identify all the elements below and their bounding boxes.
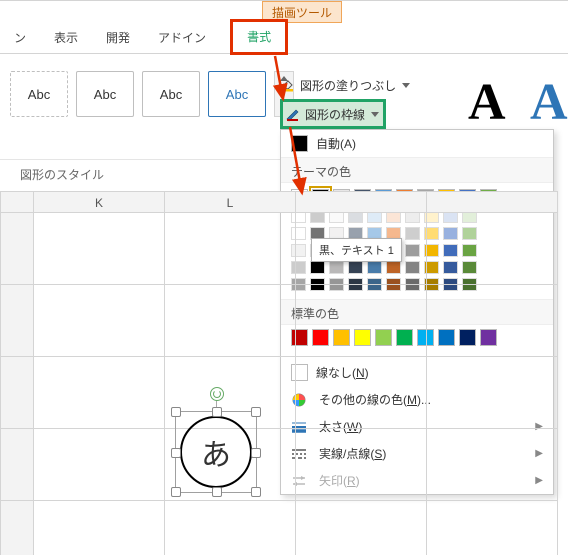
worksheet-grid: K L	[0, 191, 568, 555]
resize-handle[interactable]	[171, 487, 181, 497]
color-tooltip: 黒、テキスト 1	[311, 238, 402, 262]
rotate-handle[interactable]	[210, 387, 224, 401]
shape-outline-button[interactable]: 図形の枠線	[280, 99, 386, 129]
tab-view[interactable]: 表示	[40, 23, 92, 53]
dropdown-icon	[371, 112, 379, 117]
column-header[interactable]	[427, 191, 558, 213]
row-header[interactable]	[0, 501, 34, 555]
shape-style-preset[interactable]: Abc	[76, 71, 134, 117]
cell[interactable]	[427, 429, 558, 501]
cell[interactable]	[34, 213, 165, 285]
resize-handle[interactable]	[171, 448, 181, 458]
dropdown-icon	[402, 83, 410, 88]
resize-handle[interactable]	[251, 487, 261, 497]
theme-colors-header: テーマの色	[281, 157, 553, 183]
shape-fill-button[interactable]: 図形の塗りつぶし	[280, 73, 410, 97]
circle-shape[interactable]: あ	[180, 416, 252, 488]
shape-style-preset[interactable]: Abc	[208, 71, 266, 117]
automatic-color-item[interactable]: 自動(A)	[281, 130, 553, 157]
resize-handle[interactable]	[171, 407, 181, 417]
wordart-style-preset[interactable]: A	[468, 73, 506, 132]
cell[interactable]	[427, 285, 558, 357]
cell[interactable]	[34, 357, 165, 429]
resize-handle[interactable]	[251, 407, 261, 417]
shape-style-preset[interactable]: Abc	[142, 71, 200, 117]
tab-addins[interactable]: アドイン	[144, 23, 220, 53]
cell[interactable]	[427, 213, 558, 285]
black-swatch-icon	[291, 135, 308, 152]
resize-handle[interactable]	[251, 448, 261, 458]
shape-styles-group-label: 図形のスタイル	[20, 166, 104, 183]
shape-style-gallery: Abc Abc Abc Abc ▾	[10, 71, 294, 117]
select-all-corner[interactable]	[0, 191, 34, 213]
cell[interactable]	[165, 285, 296, 357]
cell[interactable]	[296, 285, 427, 357]
cell[interactable]	[165, 501, 296, 555]
row-header[interactable]	[0, 285, 34, 357]
cell[interactable]	[427, 501, 558, 555]
shape-outline-label: 図形の枠線	[305, 106, 365, 123]
shape-fill-label: 図形の塗りつぶし	[300, 77, 396, 94]
row-header[interactable]	[0, 213, 34, 285]
cell[interactable]	[34, 429, 165, 501]
tab-format[interactable]: 書式	[230, 19, 288, 55]
cell[interactable]	[34, 501, 165, 555]
row-header[interactable]	[0, 357, 34, 429]
cell[interactable]	[296, 357, 427, 429]
column-header[interactable]: L	[165, 191, 296, 213]
cell[interactable]	[296, 501, 427, 555]
ribbon-tabs: ン 表示 開発 アドイン 書式	[0, 23, 568, 54]
resize-handle[interactable]	[212, 407, 222, 417]
pen-outline-icon	[285, 106, 301, 122]
cell[interactable]	[296, 429, 427, 501]
column-header[interactable]	[296, 191, 427, 213]
tab-fragment[interactable]: ン	[0, 23, 40, 53]
cell[interactable]	[34, 285, 165, 357]
tab-developer[interactable]: 開発	[92, 23, 144, 53]
wordart-style-preset[interactable]: A	[530, 73, 568, 132]
shape-style-preset[interactable]: Abc	[10, 71, 68, 117]
row-header[interactable]	[0, 429, 34, 501]
cell[interactable]	[427, 357, 558, 429]
resize-handle[interactable]	[212, 487, 222, 497]
selected-shape[interactable]: あ	[175, 411, 257, 493]
paint-bucket-icon	[280, 77, 296, 93]
cell[interactable]	[165, 213, 296, 285]
column-header[interactable]: K	[34, 191, 165, 213]
